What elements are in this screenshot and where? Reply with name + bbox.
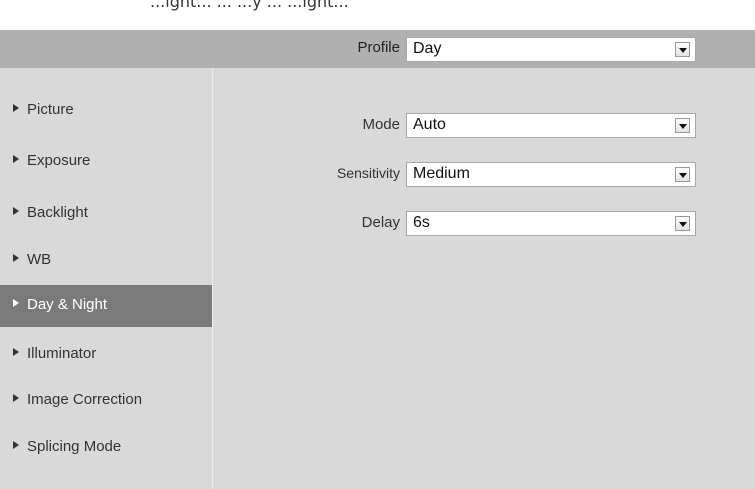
chevron-down-icon[interactable] — [675, 42, 690, 57]
profile-select-value: Day — [413, 40, 442, 57]
sensitivity-label: Sensitivity — [336, 165, 400, 181]
caret-right-icon — [13, 104, 19, 112]
sidebar-item-label: Illuminator — [27, 345, 97, 362]
caret-right-icon — [13, 394, 19, 402]
sidebar-item-backlight[interactable]: Backlight — [0, 193, 212, 235]
chevron-down-icon[interactable] — [675, 118, 690, 133]
sidebar: Picture Exposure Backlight WB Day & Nigh… — [0, 68, 213, 489]
caret-right-icon — [13, 441, 19, 449]
caret-right-icon — [13, 207, 19, 215]
sensitivity-select[interactable]: Medium — [406, 162, 696, 187]
profile-label: Profile — [357, 39, 400, 56]
sidebar-item-label: Exposure — [27, 152, 91, 169]
settings-panel: Picture Exposure Backlight WB Day & Nigh… — [0, 68, 755, 489]
sidebar-item-label: Day & Night — [27, 296, 108, 313]
sidebar-item-label: Backlight — [27, 204, 88, 221]
sidebar-item-label: Picture — [27, 101, 74, 118]
mode-label: Mode — [362, 116, 400, 133]
profile-select[interactable]: Day — [406, 37, 696, 62]
mode-select-value: Auto — [413, 116, 446, 133]
sidebar-item-label: Image Correction — [27, 391, 143, 408]
caret-right-icon — [13, 348, 19, 356]
sidebar-item-picture[interactable]: Picture — [0, 90, 212, 132]
delay-label: Delay — [361, 214, 400, 231]
cropped-caption: ...ight... ... ...y ... ...ight... — [0, 0, 755, 30]
delay-select[interactable]: 6s — [406, 211, 696, 236]
delay-select-value: 6s — [413, 214, 430, 231]
sidebar-item-exposure[interactable]: Exposure — [0, 141, 212, 183]
sidebar-item-illuminator[interactable]: Illuminator — [0, 334, 212, 376]
mode-select[interactable]: Auto — [406, 113, 696, 138]
chevron-down-icon[interactable] — [675, 216, 690, 231]
sensitivity-select-value: Medium — [413, 165, 470, 182]
profile-bar: Profile Day — [0, 30, 755, 68]
sidebar-item-splicing-mode[interactable]: Splicing Mode — [0, 427, 212, 469]
sidebar-item-day-night[interactable]: Day & Night — [0, 285, 212, 327]
chevron-down-icon[interactable] — [675, 167, 690, 182]
sidebar-item-image-correction[interactable]: Image Correction — [0, 380, 212, 422]
caret-right-icon — [13, 299, 19, 307]
sidebar-item-label: WB — [27, 251, 52, 268]
caret-right-icon — [13, 155, 19, 163]
caret-right-icon — [13, 254, 19, 262]
sidebar-item-label: Splicing Mode — [27, 438, 122, 455]
sidebar-item-wb[interactable]: WB — [0, 240, 212, 282]
caption-text: ...ight... ... ...y ... ...ight... — [150, 0, 349, 11]
